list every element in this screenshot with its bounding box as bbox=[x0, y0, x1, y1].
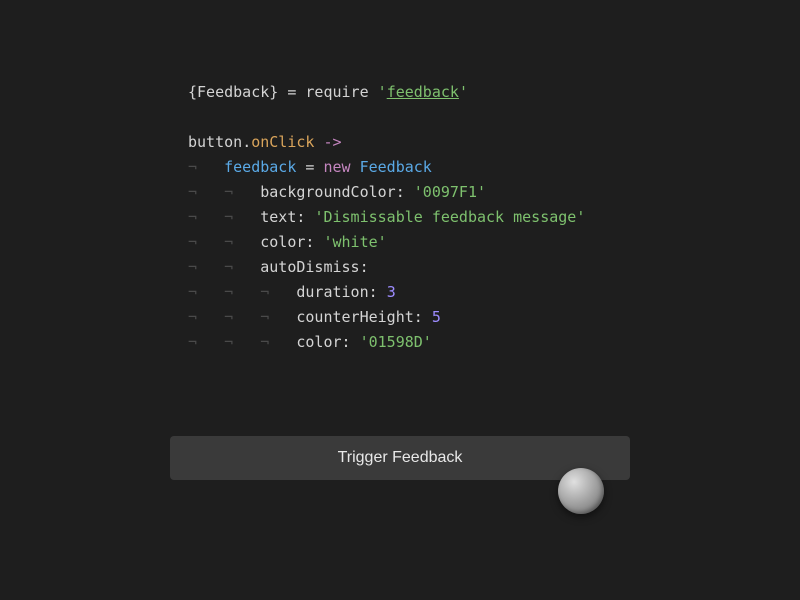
duration-value: 3 bbox=[387, 283, 396, 301]
code-line-blank bbox=[188, 105, 800, 130]
assign-op: = bbox=[296, 158, 323, 176]
code-line-5: ¬ ¬ backgroundColor: '0097F1' bbox=[188, 180, 800, 205]
bgcolor-value: '0097F1' bbox=[414, 183, 486, 201]
preview-area: Trigger Feedback bbox=[170, 436, 630, 480]
color-value: 'white' bbox=[323, 233, 386, 251]
colon: : bbox=[396, 183, 414, 201]
bgcolor-prop: backgroundColor bbox=[260, 183, 395, 201]
brace-open: { bbox=[188, 83, 197, 101]
module-name: feedback bbox=[387, 83, 459, 101]
inner-color-value: '01598D' bbox=[360, 333, 432, 351]
code-line-9: ¬ ¬ ¬ duration: 3 bbox=[188, 280, 800, 305]
whitespace-indicator: ¬ ¬ ¬ bbox=[188, 308, 296, 326]
feedback-destructure: Feedback bbox=[197, 83, 269, 101]
string-quote: ' bbox=[459, 83, 468, 101]
text-prop: text bbox=[260, 208, 296, 226]
whitespace-indicator: ¬ ¬ ¬ bbox=[188, 283, 296, 301]
code-editor: {Feedback} = require 'feedback' button.o… bbox=[0, 0, 800, 355]
feedback-var: feedback bbox=[224, 158, 296, 176]
duration-prop: duration bbox=[296, 283, 368, 301]
button-var: button bbox=[188, 133, 242, 151]
colon: : bbox=[296, 208, 314, 226]
string-quote: ' bbox=[378, 83, 387, 101]
button-label: Trigger Feedback bbox=[338, 449, 463, 467]
colon: : bbox=[305, 233, 323, 251]
color-prop: color bbox=[260, 233, 305, 251]
space bbox=[351, 158, 360, 176]
colon: : bbox=[369, 283, 387, 301]
code-line-4: ¬ feedback = new Feedback bbox=[188, 155, 800, 180]
code-line-8: ¬ ¬ autoDismiss: bbox=[188, 255, 800, 280]
feedback-class: Feedback bbox=[360, 158, 432, 176]
code-line-7: ¬ ¬ color: 'white' bbox=[188, 230, 800, 255]
arrow-op: -> bbox=[314, 133, 341, 151]
new-keyword: new bbox=[323, 158, 350, 176]
autodismiss-prop: autoDismiss bbox=[260, 258, 359, 276]
colon: : bbox=[414, 308, 432, 326]
dot: . bbox=[242, 133, 251, 151]
require-call: require bbox=[305, 83, 377, 101]
code-line-11: ¬ ¬ ¬ color: '01598D' bbox=[188, 330, 800, 355]
code-line-6: ¬ ¬ text: 'Dismissable feedback message' bbox=[188, 205, 800, 230]
inner-color-prop: color bbox=[296, 333, 341, 351]
assign-op: = bbox=[278, 83, 305, 101]
whitespace-indicator: ¬ ¬ bbox=[188, 233, 260, 251]
colon: : bbox=[360, 258, 369, 276]
onclick-method: onClick bbox=[251, 133, 314, 151]
whitespace-indicator: ¬ ¬ ¬ bbox=[188, 333, 296, 351]
code-line-1: {Feedback} = require 'feedback' bbox=[188, 80, 800, 105]
counterheight-prop: counterHeight bbox=[296, 308, 413, 326]
whitespace-indicator: ¬ ¬ bbox=[188, 183, 260, 201]
code-line-10: ¬ ¬ ¬ counterHeight: 5 bbox=[188, 305, 800, 330]
whitespace-indicator: ¬ ¬ bbox=[188, 258, 260, 276]
text-value: 'Dismissable feedback message' bbox=[314, 208, 585, 226]
whitespace-indicator: ¬ bbox=[188, 158, 224, 176]
colon: : bbox=[342, 333, 360, 351]
trigger-feedback-button[interactable]: Trigger Feedback bbox=[170, 436, 630, 480]
counterheight-value: 5 bbox=[432, 308, 441, 326]
whitespace-indicator: ¬ ¬ bbox=[188, 208, 260, 226]
code-line-3: button.onClick -> bbox=[188, 130, 800, 155]
brace-close: } bbox=[269, 83, 278, 101]
